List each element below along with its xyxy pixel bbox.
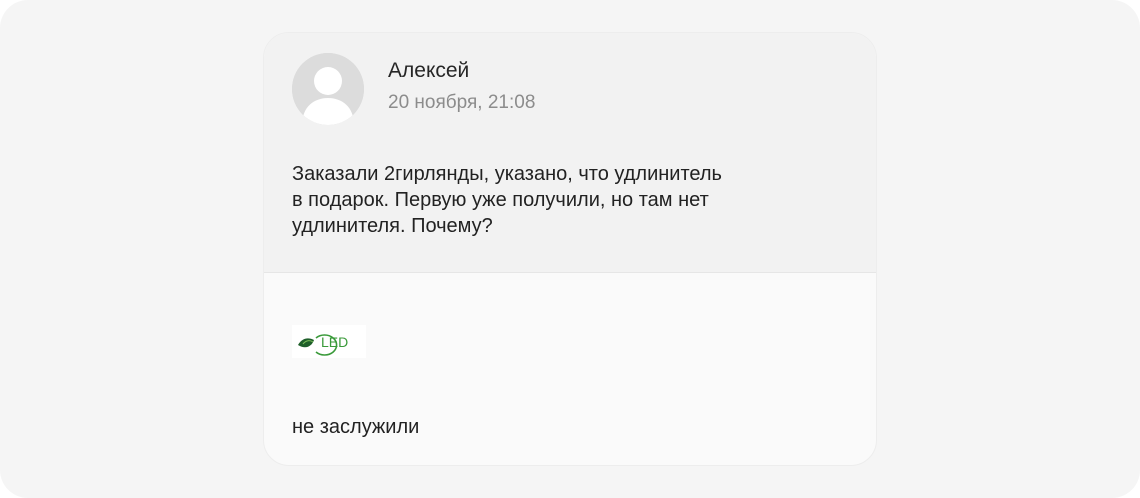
user-avatar-icon[interactable]	[292, 53, 364, 125]
customer-review: Алексей 20 ноября, 21:08 Заказали 2гирля…	[264, 33, 876, 273]
review-author-name[interactable]: Алексей	[388, 58, 469, 84]
review-text-line: удлинителя. Почему?	[292, 215, 493, 237]
review-text-line: Заказали 2гирлянды, указано, что удлинит…	[292, 163, 722, 185]
seller-logo-text: LED	[321, 334, 348, 350]
review-date: 20 ноября, 21:08	[388, 92, 536, 113]
review-text-line: в подарок. Первую уже получили, но там н…	[292, 189, 709, 211]
seller-logo-icon: LED	[292, 325, 366, 358]
review-card: Алексей 20 ноября, 21:08 Заказали 2гирля…	[263, 32, 877, 466]
review-text: Заказали 2гирлянды, указано, что удлинит…	[292, 161, 832, 239]
seller-reply-text: не заслужили	[292, 416, 420, 438]
page-background: Алексей 20 ноября, 21:08 Заказали 2гирля…	[0, 0, 1140, 498]
